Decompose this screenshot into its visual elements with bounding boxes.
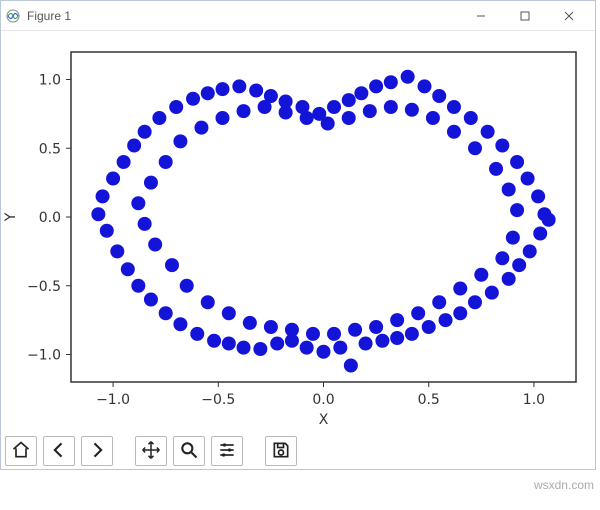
svg-text:1.0: 1.0 [523,392,545,408]
svg-text:0.5: 0.5 [39,141,61,157]
zoom-button[interactable] [173,436,205,466]
home-button[interactable] [5,436,37,466]
matplotlib-toolbar [1,433,595,469]
figure-window: Figure 1 −1.0 −0.5 0.0 0.5 1.0 −1.0 −0.5 0.0 0.5… [0,0,596,470]
pan-icon [141,440,161,463]
save-button[interactable] [265,436,297,466]
home-icon [11,440,31,463]
plot-area[interactable]: −1.0 −0.5 0.0 0.5 1.0 −1.0 −0.5 0.0 0.5 1.0 X Y [1,31,595,433]
maximize-button[interactable] [503,2,547,30]
scatter-plot: −1.0 −0.5 0.0 0.5 1.0 −1.0 −0.5 0.0 0.5 1.0 X Y [1,31,595,433]
svg-text:0.0: 0.0 [312,392,334,408]
svg-text:−1.0: −1.0 [96,392,130,408]
close-button[interactable] [547,2,591,30]
watermark-text: wsxdn.com [534,478,594,492]
forward-icon [87,440,107,463]
svg-text:0.0: 0.0 [39,210,61,226]
back-button[interactable] [43,436,75,466]
zoom-icon [179,440,199,463]
pan-button[interactable] [135,436,167,466]
save-icon [271,440,291,463]
svg-text:Y: Y [3,212,19,222]
svg-text:1.0: 1.0 [39,73,61,89]
svg-text:0.5: 0.5 [418,392,440,408]
app-icon [5,8,21,24]
minimize-button[interactable] [459,2,503,30]
svg-text:−1.0: −1.0 [27,348,61,364]
window-title: Figure 1 [27,9,71,23]
svg-text:X: X [319,412,329,428]
titlebar[interactable]: Figure 1 [1,1,595,31]
configure-button[interactable] [211,436,243,466]
forward-button[interactable] [81,436,113,466]
svg-text:−0.5: −0.5 [201,392,235,408]
svg-text:−0.5: −0.5 [27,279,61,295]
configure-icon [217,440,237,463]
back-icon [49,440,69,463]
